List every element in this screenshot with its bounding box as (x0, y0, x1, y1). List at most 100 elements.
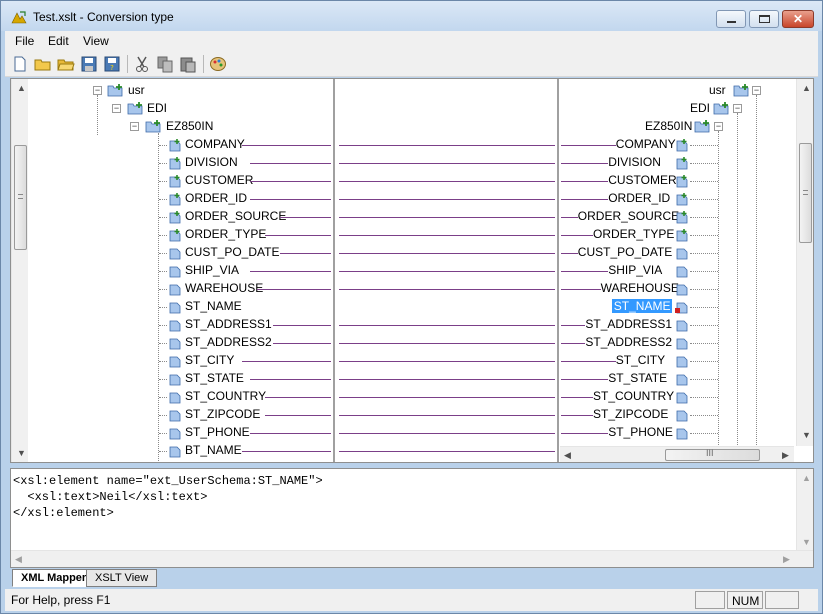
scroll-up-icon[interactable]: ▲ (802, 473, 811, 483)
menu-file[interactable]: File (15, 34, 34, 48)
left-node-ez850in[interactable]: EZ850IN (166, 119, 213, 133)
left-field-warehouse[interactable]: WAREHOUSE (185, 281, 263, 295)
collapse-icon[interactable]: − (93, 86, 102, 95)
right-field-ship-via[interactable]: SHIP_VIA (608, 263, 662, 277)
left-field-st-name[interactable]: ST_NAME (185, 299, 242, 313)
right-field-division[interactable]: DIVISION (608, 155, 661, 169)
right-node-ez850in[interactable]: EZ850IN (645, 119, 692, 133)
open-folder-icon[interactable] (57, 55, 75, 73)
left-field-customer[interactable]: CUSTOMER (185, 173, 253, 187)
right-field-company[interactable]: COMPANY (616, 137, 676, 151)
xslt-code-pane[interactable]: <xsl:element name="ext_UserSchema:ST_NAM… (10, 468, 814, 568)
right-field-cust-po-date[interactable]: CUST_PO_DATE (578, 245, 672, 259)
copy-icon[interactable] (156, 55, 174, 73)
maximize-icon (759, 15, 770, 23)
menu-view[interactable]: View (83, 34, 109, 48)
right-horizontal-scrollbar[interactable]: ◀ III ▶ (560, 446, 794, 462)
field-add-icon (168, 156, 181, 170)
collapse-icon[interactable]: − (112, 104, 121, 113)
right-field-order-id[interactable]: ORDER_ID (608, 191, 670, 205)
scroll-right-icon[interactable]: ▶ (783, 554, 790, 565)
toolbar-separator (203, 55, 204, 73)
left-field-order-type[interactable]: ORDER_TYPE (185, 227, 266, 241)
scroll-down-icon[interactable]: ▼ (17, 448, 26, 458)
folder-icon (733, 83, 749, 97)
right-field-st-city[interactable]: ST_CITY (616, 353, 665, 367)
scroll-thumb[interactable] (799, 143, 812, 243)
collapse-icon[interactable]: − (130, 122, 139, 131)
right-field-st-address2[interactable]: ST_ADDRESS2 (585, 335, 672, 349)
left-node-edi[interactable]: EDI (147, 101, 167, 115)
scroll-left-icon[interactable]: ◀ (15, 554, 22, 565)
minimize-button[interactable] (716, 10, 746, 28)
left-field-division[interactable]: DIVISION (185, 155, 238, 169)
save-as-icon[interactable]: ? (103, 55, 121, 73)
xslt-code[interactable]: <xsl:element name="ext_UserSchema:ST_NAM… (13, 473, 323, 521)
right-field-st-address1[interactable]: ST_ADDRESS1 (585, 317, 672, 331)
right-field-st-zipcode[interactable]: ST_ZIPCODE (593, 407, 668, 421)
left-field-order-source[interactable]: ORDER_SOURCE (185, 209, 286, 223)
left-field-bt-address1[interactable]: BT_ADDRESS1 (185, 461, 272, 462)
right-field-st-phone[interactable]: ST_PHONE (608, 425, 673, 439)
left-node-usr[interactable]: usr (128, 83, 145, 97)
code-horizontal-scrollbar[interactable]: ◀ ▶ (11, 550, 813, 567)
right-field-st-state[interactable]: ST_STATE (608, 371, 667, 385)
tab-xml-mapper[interactable]: XML Mapper (12, 569, 96, 587)
left-field-bt-name[interactable]: BT_NAME (185, 443, 242, 457)
scroll-thumb[interactable] (14, 145, 27, 250)
right-vertical-scrollbar[interactable]: ▲ ▼ (796, 79, 813, 446)
right-field-customer[interactable]: CUSTOMER (608, 173, 676, 187)
scroll-right-icon[interactable]: ▶ (782, 450, 789, 461)
scroll-up-icon[interactable]: ▲ (17, 83, 26, 93)
left-vertical-scrollbar[interactable]: ▲ ▼ (11, 79, 28, 462)
left-field-ship-via[interactable]: SHIP_VIA (185, 263, 239, 277)
right-node-usr[interactable]: usr (709, 83, 726, 97)
right-field-st-name[interactable]: ST_NAME (611, 299, 673, 313)
mapping-line (561, 199, 609, 200)
left-field-st-country[interactable]: ST_COUNTRY (185, 389, 266, 403)
right-field-warehouse[interactable]: WAREHOUSE (601, 281, 679, 295)
left-field-st-phone[interactable]: ST_PHONE (185, 425, 250, 439)
scroll-down-icon[interactable]: ▼ (802, 537, 811, 547)
left-field-company[interactable]: COMPANY (185, 137, 245, 151)
save-icon[interactable] (80, 55, 98, 73)
paste-icon[interactable] (179, 55, 197, 73)
collapse-icon[interactable]: − (752, 86, 761, 95)
scroll-left-icon[interactable]: ◀ (564, 450, 571, 461)
right-field-order-type[interactable]: ORDER_TYPE (593, 227, 674, 241)
pane-divider[interactable] (333, 79, 335, 462)
left-field-st-address2[interactable]: ST_ADDRESS2 (185, 335, 272, 349)
field-icon (675, 408, 688, 422)
code-vertical-scrollbar[interactable]: ▲ ▼ (796, 469, 813, 550)
right-field-st-country[interactable]: ST_COUNTRY (593, 389, 674, 403)
left-field-cust-po-date[interactable]: CUST_PO_DATE (185, 245, 279, 259)
pane-divider[interactable] (557, 79, 559, 462)
field-icon (168, 462, 180, 463)
scroll-up-icon[interactable]: ▲ (802, 83, 811, 93)
menu-bar: File Edit View (5, 31, 818, 51)
minimize-icon (727, 21, 736, 23)
collapse-icon[interactable]: − (714, 122, 723, 131)
menu-edit[interactable]: Edit (48, 34, 69, 48)
right-node-edi[interactable]: EDI (690, 101, 710, 115)
right-field-order-source[interactable]: ORDER_SOURCE (578, 209, 679, 223)
new-icon[interactable] (11, 55, 29, 73)
palette-icon[interactable] (209, 55, 227, 73)
status-pane (765, 591, 799, 609)
folder-icon (694, 119, 710, 133)
collapse-icon[interactable]: − (733, 104, 742, 113)
maximize-button[interactable] (749, 10, 779, 28)
left-field-order-id[interactable]: ORDER_ID (185, 191, 247, 205)
left-field-st-zipcode[interactable]: ST_ZIPCODE (185, 407, 260, 421)
tab-xslt-view[interactable]: XSLT View (86, 569, 158, 587)
field-icon (168, 300, 181, 314)
left-field-st-address1[interactable]: ST_ADDRESS1 (185, 317, 272, 331)
left-field-st-city[interactable]: ST_CITY (185, 353, 234, 367)
left-field-st-state[interactable]: ST_STATE (185, 371, 244, 385)
cut-icon[interactable] (133, 55, 151, 73)
close-button[interactable]: ✕ (782, 10, 814, 28)
scroll-thumb[interactable]: III (665, 448, 760, 461)
open-icon[interactable] (34, 55, 52, 73)
mapping-line (339, 289, 555, 290)
scroll-down-icon[interactable]: ▼ (802, 430, 811, 440)
